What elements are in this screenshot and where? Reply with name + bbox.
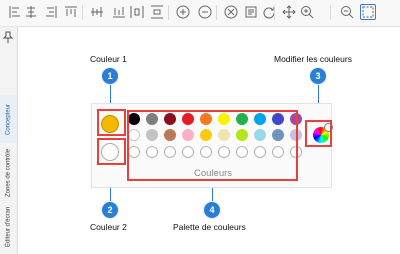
callout-badge-2: 2 — [102, 202, 118, 218]
tab-zones-de-controle[interactable]: Zones de contrôle — [0, 147, 17, 199]
toolbar-separator — [168, 5, 169, 20]
callout-badge-3: 3 — [310, 68, 326, 84]
tab-label: Éditeur d'écran — [5, 206, 12, 248]
callout-label-couleur-2: Couleur 2 — [90, 222, 127, 232]
tab-label: Zones de contrôle — [5, 148, 12, 198]
align-top-icon[interactable] — [64, 5, 78, 19]
callout-badge-4: 4 — [204, 202, 220, 218]
align-bottom-icon[interactable] — [112, 5, 126, 19]
highlight-modify-colors — [305, 120, 332, 147]
toolbar-separator — [330, 5, 331, 20]
tab-editeur-ecran[interactable]: Éditeur d'écran — [0, 203, 17, 251]
toolbar-separator — [82, 5, 83, 20]
zoom-out-circle-icon[interactable] — [198, 5, 212, 19]
callout-label-couleur-1: Couleur 1 — [90, 54, 127, 64]
align-left-icon[interactable] — [8, 5, 22, 19]
distribute-horizontal-icon[interactable] — [130, 5, 144, 19]
callout-label-modifier-couleurs: Modifier les couleurs — [274, 54, 352, 64]
distribute-vertical-icon[interactable] — [150, 5, 164, 19]
tab-label: Concepteur — [5, 103, 12, 135]
callout-badge-1: 1 — [102, 68, 118, 84]
zoom-in-circle-icon[interactable] — [176, 5, 190, 19]
align-center-icon[interactable] — [24, 5, 38, 19]
properties-icon[interactable] — [244, 5, 258, 19]
callout-label-palette: Palette de couleurs — [173, 222, 246, 232]
delete-circle-icon[interactable] — [224, 5, 238, 19]
align-right-icon[interactable] — [44, 5, 58, 19]
pin-icon[interactable] — [3, 31, 13, 43]
zoom-out-icon[interactable] — [340, 5, 354, 19]
align-middle-icon[interactable] — [90, 5, 104, 19]
toolbar-separator — [216, 5, 217, 20]
highlight-color1 — [97, 109, 126, 136]
toolbar — [0, 0, 400, 27]
zoom-in-icon[interactable] — [300, 5, 314, 19]
sidebar: Concepteur Zones de contrôle Éditeur d'é… — [0, 27, 18, 254]
select-area-icon[interactable] — [360, 4, 376, 20]
highlight-color2 — [97, 138, 126, 165]
toolbar-separator — [274, 5, 275, 20]
tab-concepteur[interactable]: Concepteur — [0, 95, 17, 143]
highlight-palette — [127, 110, 298, 181]
move-icon[interactable] — [282, 5, 296, 19]
